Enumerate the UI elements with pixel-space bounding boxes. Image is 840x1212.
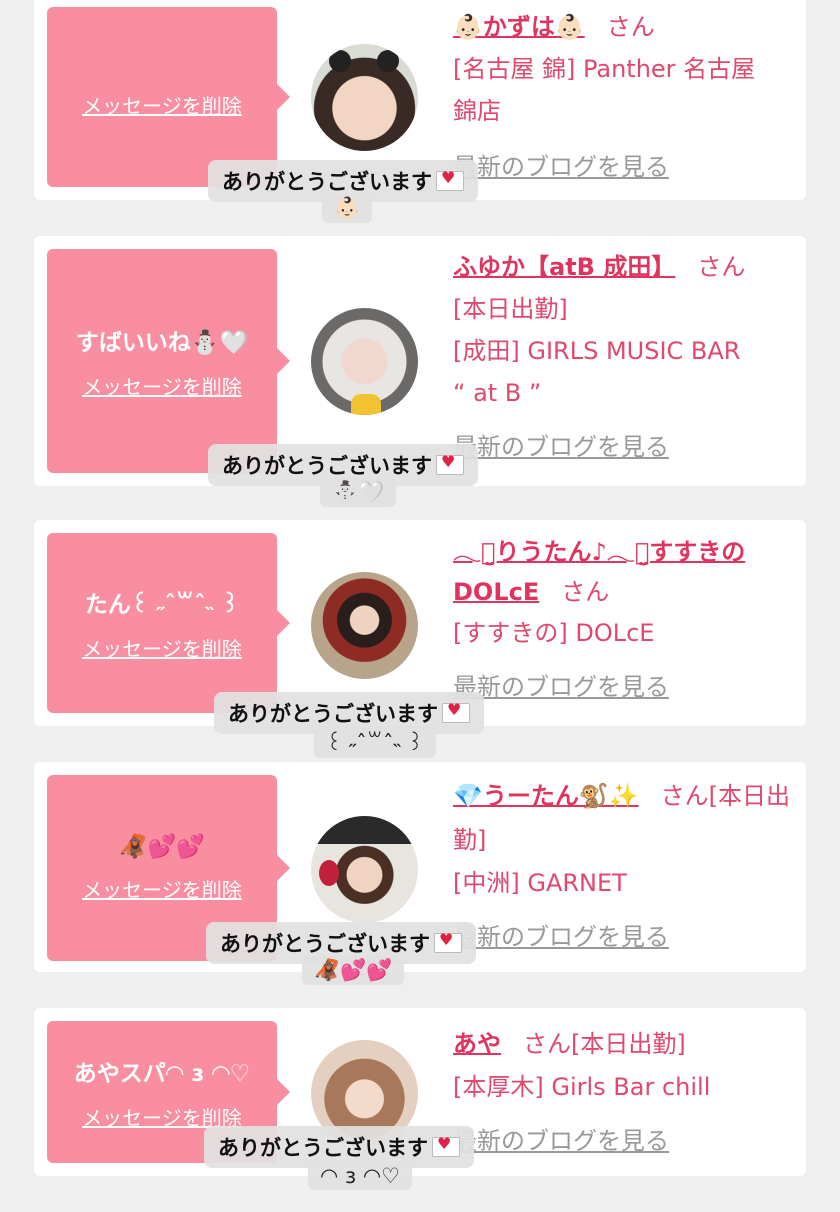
cast-name-link[interactable]: 💎うーたん🐒✨ xyxy=(453,782,639,810)
san-label: さん xyxy=(660,782,709,810)
cast-info: 👶🏻かずは👶🏻 さん [名古屋 錦] Panther 名古屋 錦店 最新のブログを… xyxy=(453,6,793,188)
shop-line: [本厚木] Girls Bar chill xyxy=(453,1073,711,1101)
message-bubble: たん꒰ ˶ˆ꒳ˆ˵ ꒱ メッセージを削除 xyxy=(47,533,290,713)
latest-blog-link[interactable]: 最新のブログを見る xyxy=(453,673,669,701)
latest-blog-link[interactable]: 最新のブログを見る xyxy=(453,923,669,951)
cast-info: ふゆか【atB 成田】 さん [本日出勤] [成田] GIRLS MUSIC BA… xyxy=(453,246,793,468)
shop-line: [本日出勤] xyxy=(453,295,568,323)
san-label: さん xyxy=(606,13,655,41)
cast-name-link[interactable]: あや xyxy=(453,1030,501,1058)
toast-sub-text: ⛄️🤍 xyxy=(332,480,385,504)
san-label: さん xyxy=(697,253,746,281)
san-label: さん xyxy=(523,1030,571,1058)
cast-name-link[interactable]: 👶🏻かずは👶🏻 xyxy=(453,13,585,41)
message-bubble: すばいいね⛄️🤍 メッセージを削除 xyxy=(47,249,290,473)
shop-line: [成田] GIRLS MUSIC BAR xyxy=(453,337,741,365)
shop-line: “ at B ” xyxy=(453,379,542,407)
toast-sub-text: ◠ ɜ ◠♡ xyxy=(320,1164,400,1188)
love-letter-icon xyxy=(434,930,462,953)
delete-message-link[interactable]: メッセージを削除 xyxy=(82,90,242,119)
cast-info: あや さん[本日出勤] [本厚木] Girls Bar chill 最新のブログを… xyxy=(453,1022,793,1162)
avatar[interactable] xyxy=(311,308,418,415)
latest-blog-link[interactable]: 最新のブログを見る xyxy=(453,433,669,461)
thanks-toast-sub: ꒰ ˶ˆ꒳ˆ˵ ꒱ xyxy=(314,726,436,758)
reply-text: すばいいね⛄️🤍 xyxy=(75,329,249,356)
thanks-toast-sub: 🦧💕💕 xyxy=(302,956,405,985)
shop-line: 錦店 xyxy=(453,97,501,125)
love-letter-icon xyxy=(432,1134,460,1157)
love-letter-icon xyxy=(442,700,470,723)
cast-info: 𓂃ꪔ̤̮りうたん♪𓂃ꪔ̤̮すすきのDOLcE さん [すすきの] DOLcE 最新… xyxy=(453,532,793,708)
thanks-text: ありがとうございます xyxy=(222,454,432,478)
thanks-text: ありがとうございます xyxy=(228,702,438,726)
cast-info: 💎うーたん🐒✨ さん[本日出勤] [中洲] GARNET 最新のブログを見る xyxy=(453,774,793,958)
thanks-toast-sub: ⛄️🤍 xyxy=(320,478,397,507)
thanks-text: ありがとうございます xyxy=(220,932,430,956)
thanks-text: ありがとうございます xyxy=(218,1136,428,1160)
reply-text: あやスパ◠ ɜ ◠♡ xyxy=(73,1060,251,1087)
love-letter-icon xyxy=(436,452,464,475)
latest-blog-link[interactable]: 最新のブログを見る xyxy=(453,1127,669,1155)
san-label: さん xyxy=(561,578,610,606)
shop-line: [名古屋 錦] Panther 名古屋 xyxy=(453,55,756,83)
avatar[interactable] xyxy=(311,572,418,679)
delete-message-link[interactable]: メッセージを削除 xyxy=(82,633,242,662)
shop-line: [中洲] GARNET xyxy=(453,869,627,897)
reply-text: 🦧💕💕 xyxy=(119,834,205,860)
avatar[interactable] xyxy=(311,44,418,151)
latest-blog-link[interactable]: 最新のブログを見る xyxy=(453,153,669,181)
love-letter-icon xyxy=(436,168,464,191)
thanks-toast-sub: 👶🏻 xyxy=(322,194,373,223)
cast-name-link[interactable]: ふゆか【atB 成田】 xyxy=(453,253,675,281)
after-san: [本日出勤] xyxy=(571,1030,686,1058)
shop-line: [すすきの] DOLcE xyxy=(453,619,655,647)
delete-message-link[interactable]: メッセージを削除 xyxy=(82,371,242,400)
toast-sub-text: ꒰ ˶ˆ꒳ˆ˵ ꒱ xyxy=(326,731,424,755)
avatar[interactable] xyxy=(311,816,418,923)
thanks-text: ありがとうございます xyxy=(222,170,432,194)
thanks-toast-sub: ◠ ɜ ◠♡ xyxy=(308,1162,412,1190)
toast-sub-text: 🦧💕💕 xyxy=(314,958,393,982)
reply-text: たん꒰ ˶ˆ꒳ˆ˵ ꒱ xyxy=(84,591,240,618)
delete-message-link[interactable]: メッセージを削除 xyxy=(82,874,242,903)
toast-sub-text: 👶🏻 xyxy=(334,196,361,220)
